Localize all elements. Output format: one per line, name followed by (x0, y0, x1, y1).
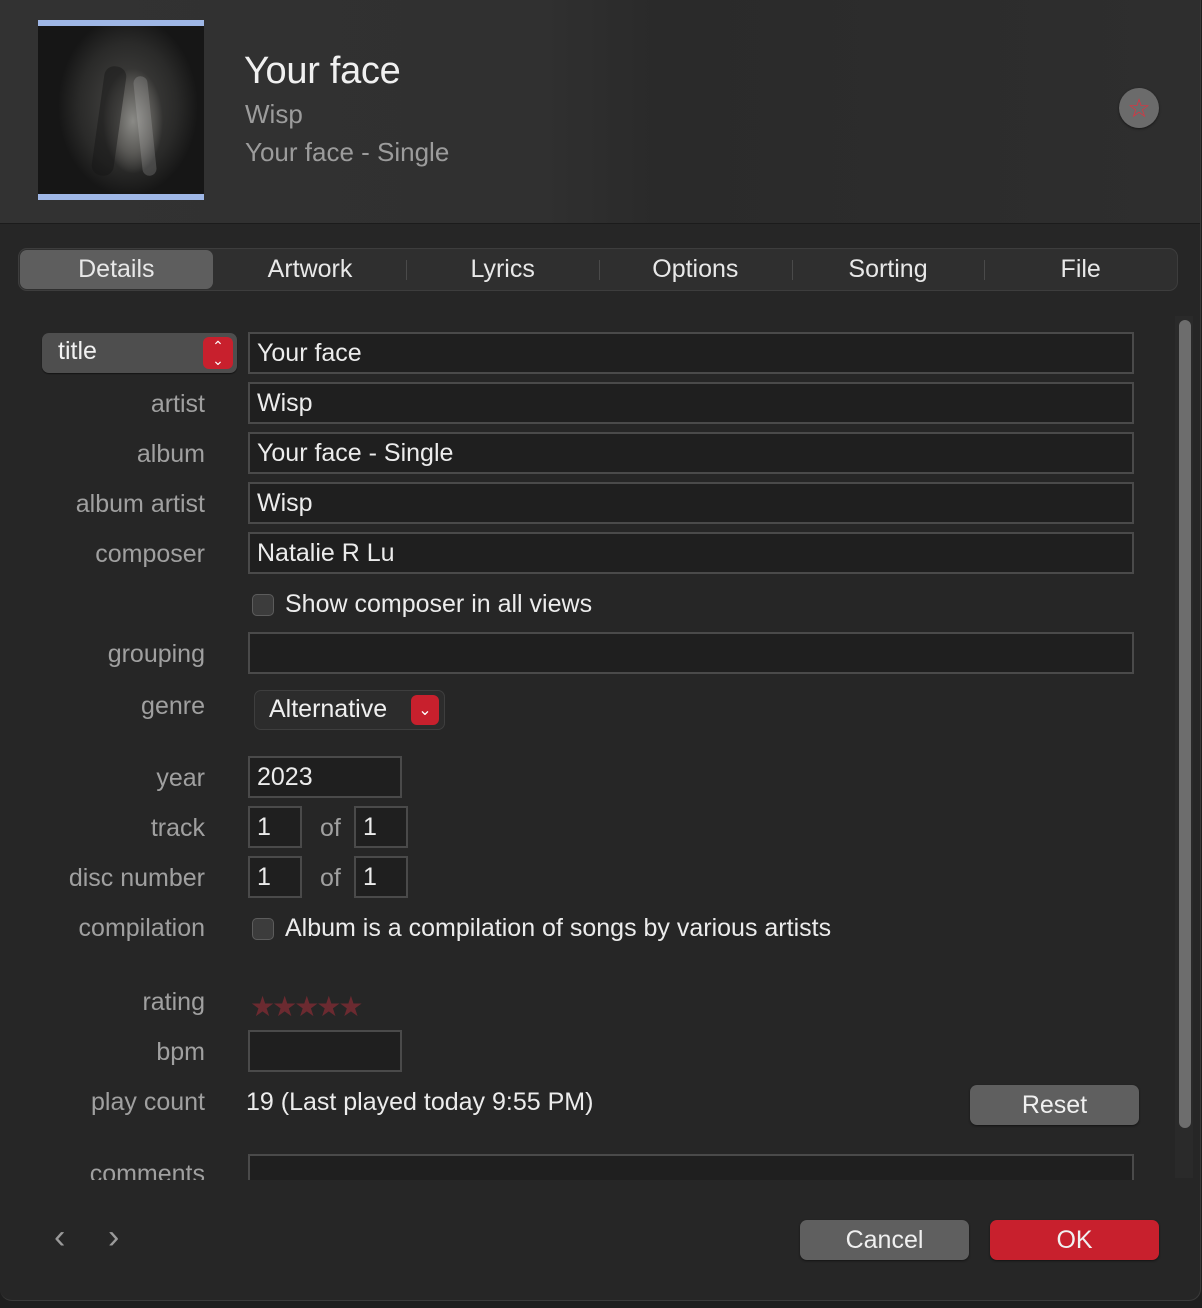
rating-stars[interactable]: ★★★★★ (250, 990, 364, 1023)
vertical-scrollbar[interactable] (1170, 312, 1198, 1180)
song-album: Your face - Single (245, 137, 450, 167)
bpm-field[interactable] (248, 1030, 402, 1072)
tab-details[interactable]: Details (20, 250, 213, 289)
tab-options[interactable]: Options (599, 249, 792, 290)
play-count-value: 19 (Last played today 9:55 PM) (246, 1088, 594, 1116)
disc-number-field[interactable]: 1 (248, 856, 302, 898)
album-artist-field[interactable]: Wisp (248, 482, 1134, 524)
disc-total-field[interactable]: 1 (354, 856, 408, 898)
scrollbar-thumb[interactable] (1179, 320, 1191, 1128)
tab-artwork[interactable]: Artwork (214, 249, 407, 290)
composer-label: composer (95, 540, 205, 568)
track-total-field[interactable]: 1 (354, 806, 408, 848)
play-count-label: play count (91, 1088, 205, 1116)
tab-bar: Details Artwork Lyrics Options Sorting F… (18, 248, 1178, 291)
album-artwork (38, 20, 204, 200)
year-field[interactable]: 2023 (248, 756, 402, 798)
album-artist-label: album artist (75, 490, 205, 518)
genre-label: genre (141, 692, 205, 720)
disc-number-label: disc number (68, 864, 205, 892)
comments-field[interactable] (248, 1154, 1134, 1180)
star-icon: ☆ (1127, 93, 1151, 123)
song-artist: Wisp (245, 99, 303, 129)
comments-label: comments (89, 1160, 205, 1180)
genre-value: Alternative (269, 695, 388, 723)
artist-field[interactable]: Wisp (248, 382, 1134, 424)
next-song-button[interactable]: › (108, 1218, 119, 1257)
compilation-checkbox[interactable] (252, 918, 274, 940)
compilation-label: compilation (78, 914, 205, 942)
album-field[interactable]: Your face - Single (248, 432, 1134, 474)
header: Your face Wisp Your face - Single ☆ (0, 0, 1200, 224)
bpm-label: bpm (156, 1038, 205, 1066)
track-number-field[interactable]: 1 (248, 806, 302, 848)
grouping-field[interactable] (248, 632, 1134, 674)
rating-label: rating (142, 988, 205, 1016)
year-label: year (156, 764, 205, 792)
show-composer-checkbox[interactable] (252, 594, 274, 616)
tab-sorting[interactable]: Sorting (791, 249, 985, 290)
artist-label: artist (150, 390, 205, 418)
song-info-window: Your face Wisp Your face - Single ☆ Deta… (0, 0, 1201, 1301)
tab-lyrics[interactable]: Lyrics (406, 249, 599, 290)
grouping-label: grouping (107, 640, 205, 668)
genre-dropdown[interactable]: Alternative ⌄ (254, 690, 445, 730)
track-of-label: of (320, 814, 341, 842)
reset-button[interactable]: Reset (970, 1085, 1139, 1125)
ok-button[interactable]: OK (990, 1220, 1159, 1260)
compilation-text: Album is a compilation of songs by vario… (285, 914, 832, 942)
up-down-chevron-icon: ⌃ ⌄ (203, 337, 233, 369)
details-form: title ⌃ ⌄ Your face artist Wisp album You… (0, 312, 1170, 1180)
disc-of-label: of (320, 864, 341, 892)
cancel-button[interactable]: Cancel (800, 1220, 969, 1260)
title-field-selector[interactable]: title ⌃ ⌄ (42, 333, 237, 373)
previous-song-button[interactable]: ‹ (54, 1218, 65, 1257)
show-composer-label: Show composer in all views (285, 590, 593, 618)
title-selector-label: title (58, 337, 97, 365)
track-label: track (150, 814, 205, 842)
chevron-down-icon: ⌄ (411, 695, 439, 725)
album-label: album (136, 440, 205, 468)
song-title: Your face (244, 50, 401, 92)
favorite-button[interactable]: ☆ (1119, 88, 1159, 128)
tab-file[interactable]: File (984, 249, 1177, 290)
composer-field[interactable]: Natalie R Lu (248, 532, 1134, 574)
title-field[interactable]: Your face (248, 332, 1134, 374)
